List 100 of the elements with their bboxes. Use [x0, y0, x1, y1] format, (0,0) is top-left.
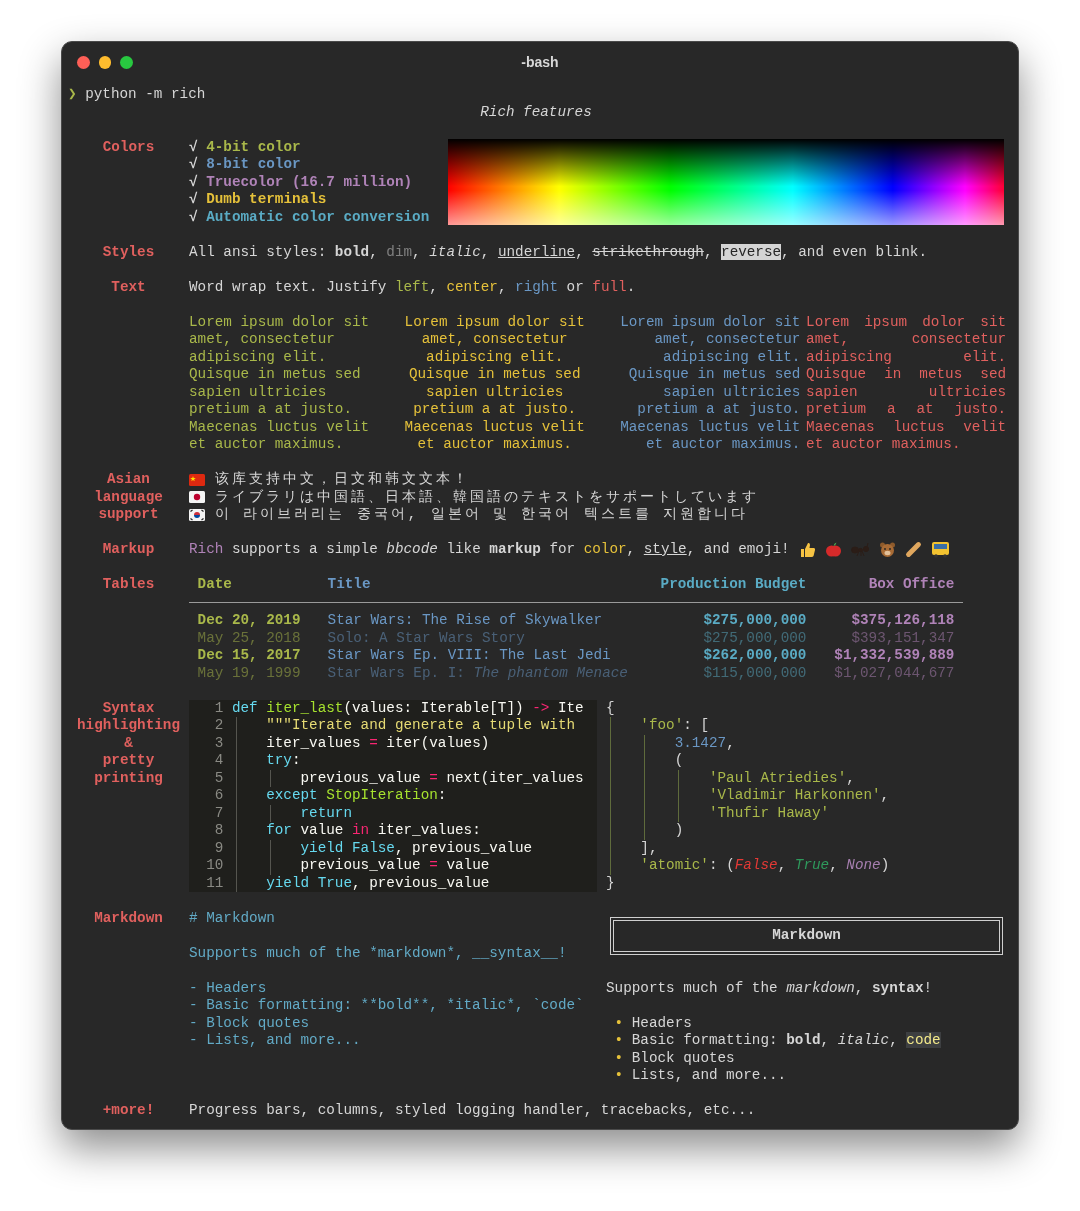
prompt-icon: ❯: [68, 86, 77, 104]
bullet-icon: •: [614, 1032, 624, 1050]
line-number: 1: [213, 699, 224, 717]
command-text: python -m rich: [85, 86, 206, 104]
lorem-paragraph: Lorem ipsum dolor sit amet, consectetur adipiscing elit. Quisque in metus sed sapien ultricies pretium a at justo. Maecenas luctus velit et auctor maximus.: [403, 313, 586, 454]
section-label: Tables: [102, 576, 155, 594]
minimize-button[interactable]: [98, 56, 111, 69]
code-line: except StopIteration:: [231, 787, 447, 805]
bullet-icon: •: [614, 1049, 624, 1067]
section-label: Asian language support: [94, 471, 163, 524]
language-sample: 该库支持中文，日文和韩文文本！: [215, 471, 470, 489]
markdown-list-item: Basic formatting: bold, italic, code: [631, 1032, 941, 1050]
markup-text: Rich supports a simple bbcode like markup for color, style, and emoji!: [189, 541, 790, 559]
markdown-source-paragraph: Supports much of the *markdown*, __syntax__!: [189, 944, 568, 962]
markdown-list-item: Block quotes: [631, 1049, 735, 1067]
section-label: Colors: [102, 138, 155, 157]
table-cell-text: $262,000,000: [702, 647, 808, 665]
table-cell-text: $393,151,347: [850, 629, 956, 647]
column-header: Date: [189, 576, 319, 603]
table-cell-text: Star Wars: The Rise of Skywalker: [326, 611, 604, 630]
pretty-line: 3.1427,: [606, 734, 890, 752]
table-cell-text: Star Wars Ep. I: The phantom Menace: [326, 664, 629, 682]
table-cell-text: May 19, 1999: [196, 664, 302, 682]
close-button[interactable]: [77, 56, 90, 69]
code-line: previous_value = value: [231, 857, 490, 875]
table-cell-text: $275,000,000: [702, 629, 808, 647]
table-cell-text: $375,126,118: [850, 611, 956, 630]
section-label: Styles: [102, 243, 155, 261]
markdown-paragraph: Supports much of the markdown, syntax!: [606, 979, 934, 997]
column-header: Title: [319, 576, 631, 603]
text-description: Word wrap text. Justify left, center, right or full.: [189, 278, 637, 296]
markdown-source-line: - Block quotes: [189, 1014, 311, 1032]
feature-item: √ Truecolor (16.7 million): [189, 173, 414, 191]
line-number: 5: [213, 769, 224, 787]
pretty-line: 'Thufir Haway': [606, 804, 890, 822]
section-label: +more!: [102, 1102, 155, 1120]
line-number: 9: [213, 839, 224, 857]
pretty-line: }: [606, 874, 616, 892]
pretty-line: ],: [606, 839, 890, 857]
pretty-line: 'foo': [: [606, 717, 890, 735]
pretty-line: {: [606, 699, 616, 717]
pretty-line: 'Paul Atriedies',: [606, 769, 890, 787]
styles-text: All ansi styles: bold, dim, italic, underline, strikethrough, reverse, and even blink.: [189, 243, 927, 261]
table-cell-text: $1,027,044,677: [833, 664, 956, 682]
japan-flag-icon: [189, 491, 205, 504]
table-cell-text: $275,000,000: [702, 611, 808, 630]
bus-icon: [930, 541, 950, 559]
line-number: 8: [213, 822, 224, 840]
code-line: try:: [231, 752, 301, 770]
table-cell-text: May 25, 2018: [196, 629, 302, 647]
bullet-icon: •: [614, 1067, 624, 1085]
line-number: 2: [213, 717, 224, 735]
line-number: 4: [213, 752, 224, 770]
pretty-line: ): [606, 822, 890, 840]
markdown-title-box: Markdown: [610, 916, 1003, 955]
language-sample: 이 라이브러리는 중국어, 일본어 및 한국어 텍스트를 지원합니다: [215, 506, 749, 524]
table-cell-text: Star Wars Ep. VIII: The Last Jedi: [326, 647, 612, 665]
section-label: Markup: [102, 541, 155, 559]
section-label: Syntax highlighting & pretty printing: [77, 699, 180, 788]
pretty-line: 'atomic': (False, True, None): [606, 857, 890, 875]
heading: Rich features: [480, 103, 592, 121]
apple-icon: [824, 541, 842, 559]
table-cell-text: Solo: A Star Wars Story: [326, 629, 526, 647]
section-label: Text: [111, 278, 146, 297]
zoom-button[interactable]: [120, 56, 133, 69]
lorem-paragraph: Lorem ipsum dolor sit amet, consectetur adipiscing elit. Quisque in metus sed sapien ultricies pretium a at justo. Maecenas luctus velit et auctor maximus.: [189, 313, 371, 454]
korea-flag-icon: [189, 508, 205, 521]
line-number: 3: [213, 734, 224, 752]
section-label: Markdown: [94, 909, 163, 928]
table-cell-text: Dec 20, 2019: [196, 611, 302, 630]
code-line: yield True, previous_value: [231, 874, 490, 892]
column-header: Box Office: [815, 576, 963, 603]
window-title: -bash: [521, 53, 559, 72]
bullet-icon: •: [614, 1014, 624, 1032]
code-line: previous_value = next(iter_values: [231, 769, 584, 787]
table-cell-text: Dec 15, 2017: [196, 647, 302, 665]
pretty-line: (: [606, 752, 890, 770]
markdown-source-line: - Basic formatting: **bold**, *italic*, `code`: [189, 997, 585, 1015]
feature-item: √ 8-bit color: [189, 156, 302, 174]
code-line: def iter_last(values: Iterable[T]) -> Ite: [231, 699, 584, 717]
code-line: """Iterate and generate a tuple with: [231, 717, 576, 735]
line-number: 7: [213, 804, 224, 822]
feature-item: √ Automatic color conversion: [189, 208, 430, 226]
table-cell-text: $115,000,000: [702, 664, 808, 682]
code-line: iter_values = iter(values): [231, 734, 490, 752]
line-number: 11: [205, 874, 224, 892]
markdown-list-item: Headers: [631, 1014, 692, 1032]
markdown-source-heading: # Markdown: [189, 909, 276, 927]
markdown-source-line: - Lists, and more...: [189, 1032, 362, 1050]
column-header: Production Budget: [631, 576, 815, 603]
pretty-line: 'Vladimir Harkonnen',: [606, 787, 890, 805]
feature-item: √ 4-bit color: [189, 138, 302, 156]
language-sample: ライブラリは中国語、日本語、韓国語のテキストをサポートしています: [215, 488, 759, 506]
code-line: yield False, previous_value: [231, 839, 533, 857]
code-line: return: [231, 804, 352, 822]
markdown-list-item: Lists, and more...: [631, 1067, 787, 1085]
line-number: 10: [205, 857, 224, 875]
lorem-paragraph: Lorem ipsum dolor sit amet, consectetur adipiscing elit. Quisque in metus sed sapien ultricies pretium a at justo. Maecenas luctus velit et auctor maximus.: [806, 313, 1007, 454]
feature-item: √ Dumb terminals: [189, 191, 328, 209]
line-number: 6: [213, 787, 224, 805]
